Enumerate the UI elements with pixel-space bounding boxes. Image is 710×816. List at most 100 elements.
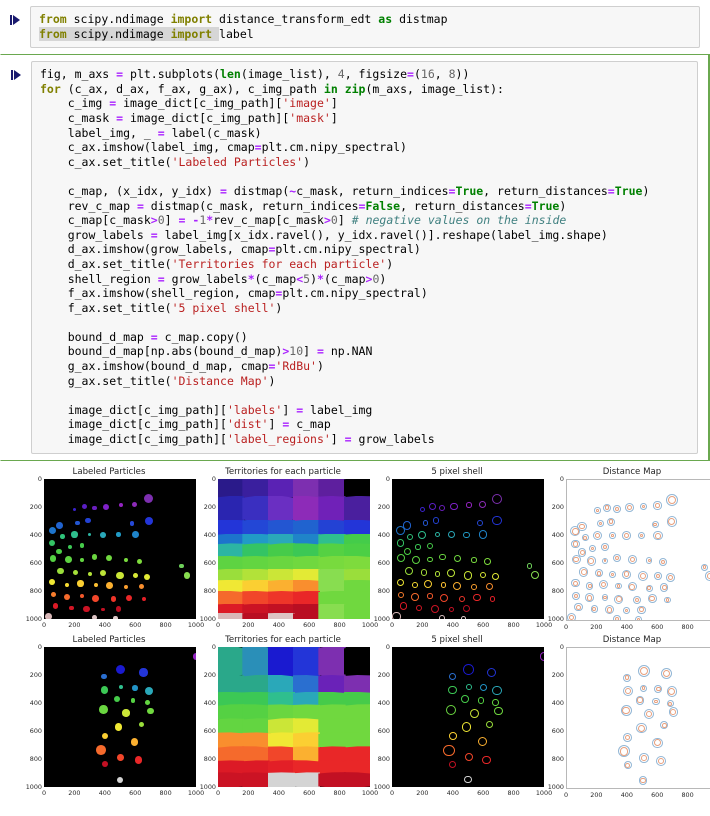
shell-ring [479, 684, 487, 692]
panel-title: Distance Map [602, 466, 662, 477]
particle-blob [91, 554, 97, 560]
run-cell-icon[interactable] [10, 68, 22, 86]
y-tick-label: 200 [203, 670, 216, 679]
code-token: np.NAN [323, 344, 373, 359]
plot-canvas [44, 478, 196, 619]
code-token: = [150, 329, 158, 344]
code-token: ) [275, 300, 283, 315]
plot-cell[interactable]: fig, m_axs = plt.subplots(len(image_list… [0, 54, 710, 461]
shell-ring [465, 684, 472, 691]
particle-blob [48, 526, 56, 535]
territory-region [318, 646, 346, 678]
code-token: label_img [303, 402, 373, 417]
code-input-area[interactable]: fig, m_axs = plt.subplots(len(image_list… [31, 61, 698, 454]
territory-region [343, 591, 370, 606]
territory-region [242, 675, 270, 694]
plot-area: 0 200 400 600 800 1000 [22, 475, 196, 623]
shell-ring [418, 530, 427, 539]
territory-region [242, 543, 270, 559]
code-token: (c_map [323, 271, 366, 286]
particle-blob [118, 503, 123, 508]
code-token: from [39, 26, 67, 41]
territory-region [267, 691, 295, 707]
particle-blob [71, 531, 78, 538]
code-token: 8 [448, 67, 456, 82]
code-token: = [157, 271, 165, 286]
code-token: 16 [420, 67, 435, 82]
territory-region [343, 691, 370, 707]
code-token: bound_d_map[np.abs(bound_d_map) [40, 344, 283, 359]
territory-region [218, 556, 245, 571]
particle-blob [147, 707, 154, 715]
code-token: (c_ax, d_ax, f_ax, g_ax), c_img_path [60, 81, 324, 96]
territory-region [318, 519, 346, 536]
x-tick-label: 200 [68, 620, 81, 629]
particle-blob [57, 567, 65, 575]
shell-ring [464, 775, 472, 784]
code-token: = [136, 198, 144, 213]
particle-blob [79, 543, 85, 549]
code-token: scipy.ndimage [66, 26, 171, 41]
x-tick-label: 200 [590, 622, 603, 631]
x-tick-label: 800 [681, 622, 694, 631]
x-tick-label: 600 [129, 788, 142, 797]
x-tick-label: 0 [41, 620, 47, 629]
code-line: d_ax.set_title('Territories for each par… [40, 257, 393, 271]
y-tick-label: 200 [551, 670, 564, 679]
code-line: c_img = image_dict[c_img_path]['image'] [40, 96, 338, 110]
distance-ring-inner [655, 532, 662, 539]
particle-blob [134, 756, 142, 764]
plot-area: 0 200 400 600 800 1000 [22, 643, 196, 791]
code-token: , figsize [344, 67, 408, 82]
cell-gutter[interactable] [1, 61, 31, 86]
x-tick-label: 200 [416, 620, 429, 629]
x-tick-label: 0 [215, 620, 221, 629]
particle-blob [69, 605, 74, 611]
x-tick-label: 0 [563, 790, 569, 799]
x-axis-ticks: 02004006008001000 [564, 621, 710, 633]
y-tick-label: 600 [551, 726, 564, 735]
particle-blob [113, 696, 120, 703]
source-code[interactable]: fig, m_axs = plt.subplots(len(image_list… [40, 67, 689, 446]
particle-blob [116, 665, 126, 675]
code-token: ] [330, 110, 338, 125]
source-code[interactable]: from scipy.ndimage import distance_trans… [39, 12, 691, 41]
shell-ring [463, 664, 475, 676]
y-tick-label: 800 [203, 586, 216, 595]
distance-ring-inner [661, 585, 667, 590]
y-tick-label: 200 [551, 502, 564, 511]
distance-ring-inner [603, 595, 607, 599]
panel-title: 5 pixel shell [431, 634, 483, 645]
code-token: = [344, 432, 352, 447]
y-tick-label: 800 [29, 754, 42, 763]
y-axis-ticks: 0 200 400 600 800 1000 [544, 643, 566, 791]
code-line: rev_c_map = distmap(c_mask, return_indic… [40, 198, 567, 213]
code-token: image_dict[c_img_path][ [40, 402, 227, 417]
code-token: 0 [330, 213, 338, 228]
particle-blob [75, 520, 80, 525]
code-token: plt.cm.nipy_spectral) [282, 286, 428, 301]
particle-blob [114, 723, 123, 732]
import-cell[interactable]: from scipy.ndimage import distance_trans… [0, 0, 710, 54]
shell-ring [428, 503, 436, 510]
x-tick-label: 200 [242, 620, 255, 629]
particle-blob [118, 685, 123, 690]
territory-region [267, 495, 295, 522]
territory-region [218, 478, 245, 498]
code-token: , return_distances [400, 198, 525, 213]
y-tick-label: 800 [29, 586, 42, 595]
territory-region [267, 760, 295, 775]
territory-region [293, 718, 321, 735]
territory-region [293, 675, 321, 694]
shell-ring [399, 602, 408, 610]
territory-region [293, 772, 321, 787]
particle-blob [85, 518, 91, 524]
code-input-area[interactable]: from scipy.ndimage import distance_trans… [30, 6, 700, 49]
y-axis-ticks: 0 200 400 600 800 1000 [196, 643, 218, 791]
run-cell-icon[interactable] [9, 13, 21, 31]
code-line: c_mask = image_dict[c_img_path]['mask'] [40, 111, 338, 125]
code-token: True [614, 183, 643, 198]
cell-gutter[interactable] [0, 6, 30, 31]
panel-title: Distance Map [602, 634, 662, 645]
territory-region [318, 556, 346, 571]
